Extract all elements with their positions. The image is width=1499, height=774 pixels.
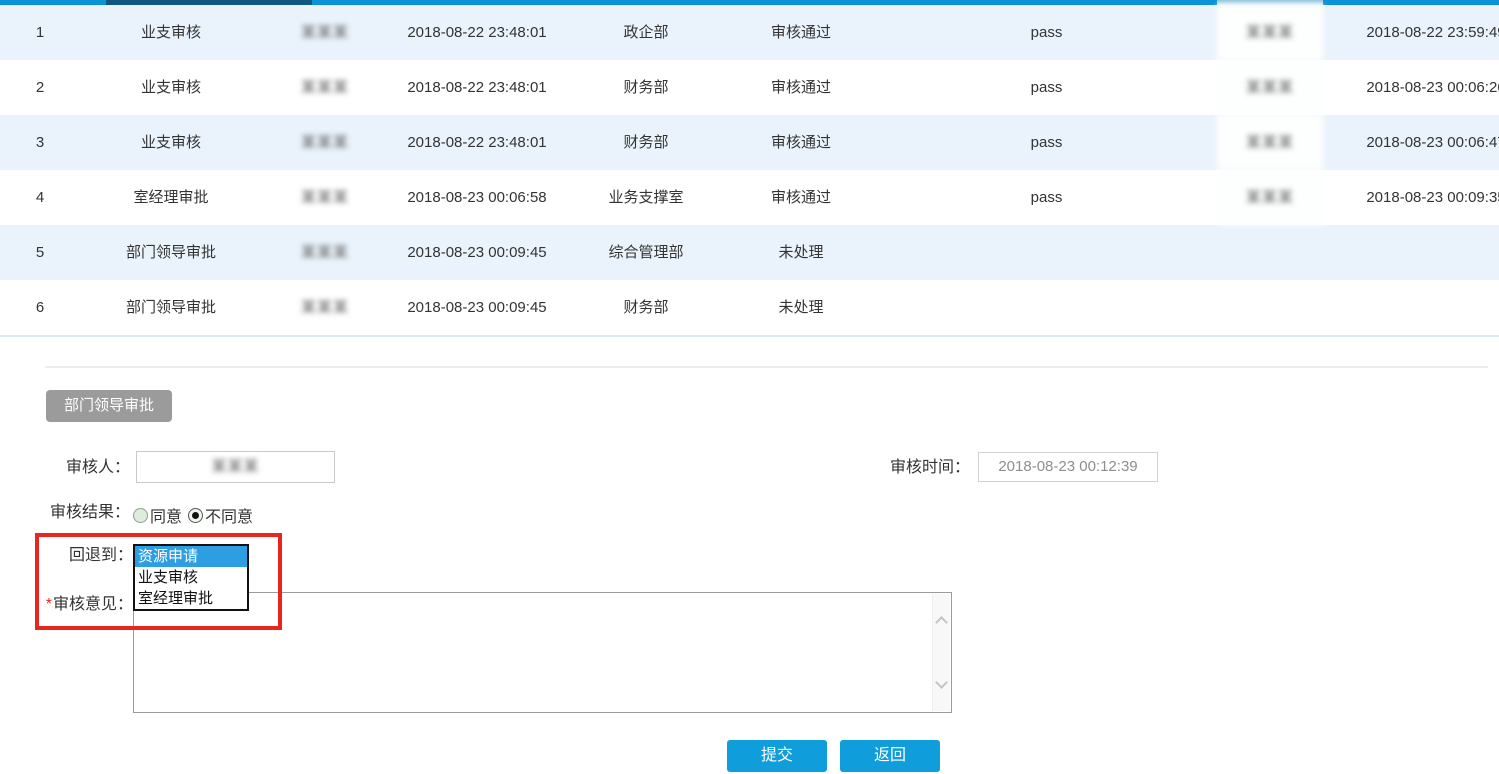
cell-row-number: 3 [0,115,80,170]
cell-row-number: 5 [0,225,80,280]
cell-stage: 室经理审批 [80,170,262,225]
radio-option-disagree[interactable]: 不同意 [188,503,253,527]
cell-result: 审核通过 [726,60,876,115]
cell-handler-blurred-name: 某某某 [262,115,388,170]
cell-department: 业务支撑室 [566,170,726,225]
cell-row-number: 4 [0,170,80,225]
cell-done-time: 2018-08-22 23:59:49 [1323,5,1499,60]
cell-stage: 业支审核 [80,60,262,115]
cell-receive-time: 2018-08-23 00:09:45 [388,225,566,280]
cell-stage: 部门领导审批 [80,225,262,280]
cell-handler-blurred-name: 某某某 [262,170,388,225]
table-row: 5 部门领导审批 某某某 2018-08-23 00:09:45 综合管理部 未… [0,225,1499,280]
cell-row-number: 1 [0,5,80,60]
section-divider [45,366,1488,368]
review-opinion-textarea[interactable] [133,592,952,713]
approval-history-table: 1 业支审核 某某某 2018-08-22 23:48:01 政企部 审核通过 … [0,5,1499,335]
cell-opinion: pass [876,115,1217,170]
radio-option-agree[interactable]: 同意 [133,503,182,527]
cell-department: 财务部 [566,60,726,115]
dropdown-option-selected[interactable]: 资源申请 [135,546,247,567]
cell-opinion [876,280,1217,335]
cell-done-time [1323,225,1499,280]
table-row: 3 业支审核 某某某 2018-08-22 23:48:01 财务部 审核通过 … [0,115,1499,170]
cell-done-time: 2018-08-23 00:06:26 [1323,60,1499,115]
reviewer-label: 审核人： [15,452,130,483]
cell-department: 政企部 [566,5,726,60]
cell-done-time [1323,280,1499,335]
cell-stage: 业支审核 [80,5,262,60]
dropdown-option[interactable]: 室经理审批 [135,588,247,609]
cell-row-number: 6 [0,280,80,335]
cell-receive-time: 2018-08-22 23:48:01 [388,115,566,170]
cell-department: 综合管理部 [566,225,726,280]
table-row: 4 室经理审批 某某某 2018-08-23 00:06:58 业务支撑室 审核… [0,170,1499,225]
cell-department: 财务部 [566,115,726,170]
cell-handler2-blurred-name [1217,280,1323,335]
cell-opinion [876,225,1217,280]
back-button[interactable]: 返回 [840,740,940,772]
cell-receive-time: 2018-08-22 23:48:01 [388,60,566,115]
cell-done-time: 2018-08-23 00:06:47 [1323,115,1499,170]
review-opinion-label: *审核意见： [10,593,133,617]
submit-button[interactable]: 提交 [727,740,827,772]
radio-unselected-icon[interactable] [133,508,148,523]
table-bottom-border [0,335,1499,337]
cell-result: 未处理 [726,225,876,280]
radio-label: 不同意 [205,503,253,527]
cell-receive-time: 2018-08-22 23:48:01 [388,5,566,60]
textarea-scrollbar[interactable] [932,594,950,711]
cell-result: 审核通过 [726,170,876,225]
table-row: 6 部门领导审批 某某某 2018-08-23 00:09:45 财务部 未处理 [0,280,1499,335]
scroll-up-icon[interactable] [935,616,948,629]
cell-handler-blurred-name: 某某某 [262,5,388,60]
review-time-input[interactable]: 2018-08-23 00:12:39 [978,452,1158,482]
review-result-label: 审核结果： [15,501,130,525]
cell-done-time: 2018-08-23 00:09:35 [1323,170,1499,225]
cell-result: 审核通过 [726,5,876,60]
cell-handler2-blurred-name: 某某某 [1217,115,1323,170]
cell-result: 审核通过 [726,115,876,170]
required-asterisk: * [46,596,52,613]
cell-handler2-blurred-name: 某某某 [1217,5,1323,60]
radio-selected-icon[interactable] [188,508,203,523]
approval-detail-page: 1 业支审核 某某某 2018-08-22 23:48:01 政企部 审核通过 … [0,0,1499,774]
current-stage-button[interactable]: 部门领导审批 [46,390,172,422]
cell-handler-blurred-name: 某某某 [262,60,388,115]
cell-handler2-blurred-name: 某某某 [1217,170,1323,225]
radio-label: 同意 [150,503,182,527]
cell-handler2-blurred-name [1217,225,1323,280]
cell-row-number: 2 [0,60,80,115]
table-row: 1 业支审核 某某某 2018-08-22 23:48:01 政企部 审核通过 … [0,5,1499,60]
cell-receive-time: 2018-08-23 00:06:58 [388,170,566,225]
cell-result: 未处理 [726,280,876,335]
scroll-down-icon[interactable] [935,676,948,689]
reviewer-input[interactable]: 某某某 [136,451,335,483]
cell-stage: 部门领导审批 [80,280,262,335]
cell-department: 财务部 [566,280,726,335]
cell-stage: 业支审核 [80,115,262,170]
cell-opinion: pass [876,170,1217,225]
review-time-label: 审核时间： [855,452,970,483]
cell-receive-time: 2018-08-23 00:09:45 [388,280,566,335]
review-opinion-label-text: 审核意见： [53,596,133,613]
rollback-label: 回退到： [25,540,133,571]
review-result-radio-group: 同意 不同意 [133,503,259,527]
rollback-dropdown-open-list[interactable]: 资源申请 业支审核 室经理审批 [133,544,249,611]
dropdown-option[interactable]: 业支审核 [135,567,247,588]
table-row: 2 业支审核 某某某 2018-08-22 23:48:01 财务部 审核通过 … [0,60,1499,115]
cell-opinion: pass [876,5,1217,60]
cell-opinion: pass [876,60,1217,115]
reviewer-blurred-name: 某某某 [211,458,259,475]
cell-handler2-blurred-name: 某某某 [1217,60,1323,115]
cell-handler-blurred-name: 某某某 [262,225,388,280]
cell-handler-blurred-name: 某某某 [262,280,388,335]
